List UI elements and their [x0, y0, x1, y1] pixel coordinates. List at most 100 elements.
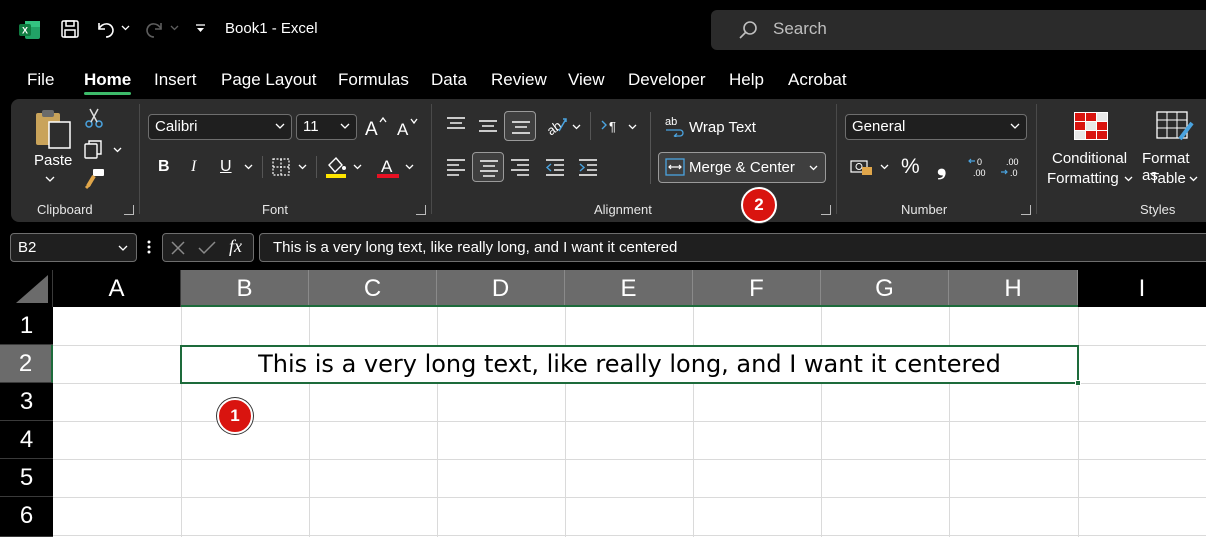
- insert-function-button[interactable]: fx: [229, 236, 242, 257]
- copy-icon[interactable]: [84, 140, 104, 160]
- tab-acrobat[interactable]: Acrobat: [788, 70, 847, 90]
- bottom-align-button[interactable]: [504, 111, 536, 141]
- column-header-h[interactable]: H: [949, 270, 1078, 307]
- row-header-3[interactable]: 3: [0, 383, 53, 421]
- row-header-6[interactable]: 6: [0, 497, 53, 537]
- format-painter-icon[interactable]: [84, 168, 106, 190]
- tab-file[interactable]: File: [27, 70, 54, 90]
- underline-chevron-icon[interactable]: [244, 164, 253, 170]
- cancel-x-icon[interactable]: [170, 240, 186, 256]
- alignment-dialog-launcher-icon[interactable]: [821, 205, 831, 215]
- conditional-formatting-label-2[interactable]: Formatting: [1047, 170, 1119, 187]
- percent-style-button[interactable]: %: [901, 155, 920, 179]
- accounting-chevron-icon[interactable]: [880, 164, 889, 170]
- name-box-chevron-icon[interactable]: [118, 245, 128, 252]
- column-header-c[interactable]: C: [309, 270, 437, 307]
- clipboard-dialog-launcher-icon[interactable]: [124, 205, 134, 215]
- more-options-icon[interactable]: [147, 239, 151, 255]
- align-right-icon[interactable]: [510, 157, 530, 177]
- wrap-text-icon[interactable]: ab: [665, 115, 685, 137]
- search-placeholder: Search: [773, 19, 827, 38]
- wrap-text-button[interactable]: Wrap Text: [689, 119, 756, 136]
- gridline: [53, 459, 1206, 460]
- tab-insert[interactable]: Insert: [154, 70, 197, 90]
- orientation-icon[interactable]: ab: [545, 115, 569, 137]
- decrease-decimal-icon[interactable]: .00.0: [1000, 155, 1024, 179]
- underline-button[interactable]: U: [220, 158, 232, 176]
- orientation-chevron-icon[interactable]: [572, 124, 581, 130]
- svg-text:ab: ab: [665, 116, 677, 128]
- accounting-format-icon[interactable]: [850, 157, 874, 177]
- increase-indent-icon[interactable]: [578, 157, 598, 177]
- number-format-combo[interactable]: General: [845, 114, 1027, 140]
- tab-developer[interactable]: Developer: [628, 70, 706, 90]
- tab-help[interactable]: Help: [729, 70, 764, 90]
- align-center-button[interactable]: [472, 152, 504, 182]
- font-dialog-launcher-icon[interactable]: [416, 205, 426, 215]
- tab-data[interactable]: Data: [431, 70, 467, 90]
- column-header-e[interactable]: E: [565, 270, 693, 307]
- paste-chevron-icon[interactable]: [45, 176, 55, 183]
- tab-formulas[interactable]: Formulas: [338, 70, 409, 90]
- formula-input[interactable]: This is a very long text, like really lo…: [259, 233, 1206, 262]
- row-header-2[interactable]: 2: [0, 345, 53, 383]
- select-all-button[interactable]: [0, 270, 53, 307]
- font-size-combo[interactable]: 11: [296, 114, 357, 140]
- undo-dropdown-chevron-icon[interactable]: [121, 25, 130, 31]
- italic-button[interactable]: I: [191, 158, 196, 176]
- column-header-g[interactable]: G: [821, 270, 949, 307]
- column-header-a[interactable]: A: [53, 270, 181, 307]
- conditional-formatting-icon[interactable]: [1073, 111, 1109, 141]
- fill-color-chevron-icon[interactable]: [353, 164, 362, 170]
- row-header-4[interactable]: 4: [0, 421, 53, 459]
- enter-check-icon[interactable]: [198, 240, 216, 256]
- row-header-5[interactable]: 5: [0, 459, 53, 497]
- save-icon[interactable]: [60, 19, 80, 39]
- format-as-table-chevron-icon[interactable]: [1189, 176, 1198, 182]
- redo-icon[interactable]: [143, 19, 165, 39]
- cut-scissors-icon[interactable]: [85, 108, 103, 128]
- customize-toolbar-icon[interactable]: [195, 24, 206, 34]
- increase-decimal-icon[interactable]: 0.00: [968, 155, 992, 179]
- middle-align-icon[interactable]: [478, 116, 498, 134]
- fill-handle[interactable]: [1075, 380, 1081, 386]
- font-color-chevron-icon[interactable]: [405, 164, 414, 170]
- number-dialog-launcher-icon[interactable]: [1021, 205, 1031, 215]
- top-align-icon[interactable]: [446, 116, 466, 134]
- text-direction-icon[interactable]: ¶: [600, 116, 622, 136]
- svg-text:.00: .00: [1006, 157, 1019, 167]
- borders-icon[interactable]: [271, 157, 291, 177]
- row-header-1[interactable]: 1: [0, 307, 53, 345]
- redo-dropdown-chevron-icon[interactable]: [170, 25, 179, 31]
- merged-cell-b2-h2[interactable]: This is a very long text, like really lo…: [180, 345, 1079, 384]
- format-as-table-label-2[interactable]: Table: [1150, 170, 1186, 187]
- decrease-indent-icon[interactable]: [545, 157, 565, 177]
- borders-chevron-icon[interactable]: [298, 164, 307, 170]
- font-name-combo[interactable]: Calibri: [148, 114, 292, 140]
- copy-chevron-icon[interactable]: [113, 147, 122, 153]
- svg-text:A: A: [381, 157, 393, 176]
- conditional-formatting-label-1[interactable]: Conditional: [1052, 150, 1127, 167]
- conditional-formatting-chevron-icon[interactable]: [1124, 176, 1133, 182]
- paste-clipboard-icon[interactable]: [34, 108, 74, 150]
- font-color-icon[interactable]: A: [376, 155, 400, 179]
- format-as-table-icon[interactable]: [1156, 111, 1194, 143]
- tab-page-layout[interactable]: Page Layout: [221, 70, 316, 90]
- column-header-i[interactable]: I: [1078, 270, 1206, 307]
- increase-font-size-icon[interactable]: A: [364, 116, 388, 138]
- decrease-font-size-icon[interactable]: A: [396, 116, 420, 138]
- comma-style-button[interactable]: ❟: [937, 153, 946, 181]
- text-direction-chevron-icon[interactable]: [628, 124, 637, 130]
- column-header-b[interactable]: B: [181, 270, 309, 307]
- tab-home[interactable]: Home: [84, 70, 131, 90]
- bold-button[interactable]: B: [158, 158, 170, 176]
- column-header-f[interactable]: F: [693, 270, 821, 307]
- column-header-d[interactable]: D: [437, 270, 565, 307]
- undo-icon[interactable]: [95, 19, 117, 39]
- tab-view[interactable]: View: [568, 70, 605, 90]
- tab-review[interactable]: Review: [491, 70, 547, 90]
- align-left-icon[interactable]: [446, 157, 466, 177]
- merge-center-chevron-icon[interactable]: [809, 165, 818, 171]
- fill-color-icon[interactable]: [324, 155, 348, 179]
- paste-button[interactable]: Paste: [34, 152, 72, 169]
